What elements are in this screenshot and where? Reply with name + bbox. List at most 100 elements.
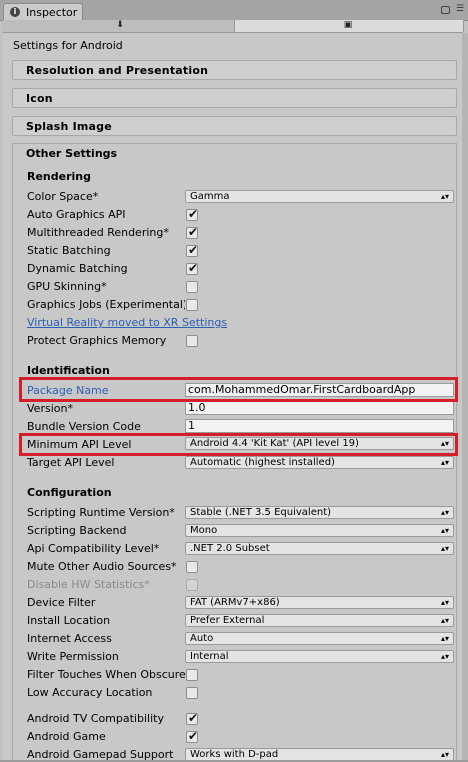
multithreaded-rendering-label: Multithreaded Rendering*: [27, 226, 169, 239]
multithreaded-rendering-checkbox[interactable]: ✔: [186, 225, 199, 239]
vr-settings-link-text: Virtual Reality moved to XR Settings: [27, 316, 228, 329]
package-name-highlight: [19, 377, 458, 402]
mute-audio-checkbox[interactable]: [186, 561, 198, 573]
disable-hw-stats-checkbox: [186, 579, 198, 591]
android-game-checkbox[interactable]: ✔: [186, 729, 199, 743]
foldout-resolution-label: Resolution and Presentation: [26, 64, 209, 77]
checkmark-icon: ✔: [188, 243, 199, 257]
minimum-api-level-highlight: [19, 433, 458, 456]
page-title: Settings for Android: [13, 39, 123, 52]
chevron-updown-icon: ▴▾: [440, 598, 449, 607]
menu-icon[interactable]: ☰: [456, 5, 464, 14]
device-filter-value: FAT (ARMv7+x86): [190, 597, 280, 608]
install-location-dropdown[interactable]: Prefer External ▴▾: [185, 614, 454, 627]
info-icon: i: [10, 7, 20, 17]
gpu-skinning-label: GPU Skinning*: [27, 280, 107, 293]
platform-tab-standalone[interactable]: ⬇: [3, 20, 235, 32]
version-field[interactable]: 1.0: [185, 401, 454, 415]
chevron-updown-icon: ▴▾: [440, 616, 449, 625]
target-api-level-label: Target API Level: [27, 456, 115, 469]
foldout-icon-label: Icon: [26, 92, 53, 105]
write-permission-dropdown[interactable]: Internal ▴▾: [185, 650, 454, 663]
bundle-version-code-field[interactable]: 1: [185, 419, 454, 433]
low-accuracy-checkbox[interactable]: [186, 687, 198, 699]
install-location-value: Prefer External: [190, 615, 265, 626]
api-compat-value: .NET 2.0 Subset: [190, 543, 270, 554]
color-space-value: Gamma: [190, 191, 230, 202]
chevron-updown-icon: ▴▾: [440, 544, 449, 553]
internet-access-value: Auto: [190, 633, 214, 644]
disable-hw-stats-label: Disable HW Statistics*: [27, 578, 150, 591]
download-icon: ⬇: [116, 20, 124, 30]
dynamic-batching-label: Dynamic Batching: [27, 262, 128, 275]
other-settings-title[interactable]: Other Settings: [26, 147, 117, 160]
android-tv-label: Android TV Compatibility: [27, 712, 164, 725]
foldout-splash-label: Splash Image: [26, 120, 112, 133]
android-tv-checkbox[interactable]: ✔: [186, 711, 198, 725]
filter-touches-label: Filter Touches When Obscured: [27, 668, 185, 681]
gpu-skinning-checkbox[interactable]: [186, 281, 198, 293]
android-icon: ▣: [343, 20, 353, 30]
internet-access-dropdown[interactable]: Auto ▴▾: [185, 632, 454, 645]
checkmark-icon: ✔: [188, 207, 199, 221]
chevron-updown-icon: ▴▾: [440, 458, 449, 467]
protect-graphics-memory-label: Protect Graphics Memory: [27, 334, 167, 347]
api-compat-label: Api Compatibility Level*: [27, 542, 160, 555]
protect-graphics-memory-checkbox[interactable]: [186, 335, 198, 347]
identification-header: Identification: [27, 364, 110, 377]
bundle-version-code-label: Bundle Version Code: [27, 420, 141, 433]
scripting-runtime-label: Scripting Runtime Version*: [27, 506, 175, 519]
scripting-backend-dropdown[interactable]: Mono ▴▾: [185, 524, 454, 537]
scrollbar[interactable]: [462, 33, 468, 762]
gamepad-support-value: Works with D-pad: [190, 749, 279, 760]
rendering-header: Rendering: [27, 170, 91, 183]
foldout-splash[interactable]: Splash Image: [12, 116, 457, 136]
write-permission-value: Internal: [190, 651, 229, 662]
configuration-header: Configuration: [27, 486, 112, 499]
chevron-updown-icon: ▴▾: [440, 652, 449, 661]
mute-audio-label: Mute Other Audio Sources*: [27, 560, 177, 573]
write-permission-label: Write Permission: [27, 650, 119, 663]
scripting-runtime-dropdown[interactable]: Stable (.NET 3.5 Equivalent) ▴▾: [185, 506, 454, 519]
auto-graphics-api-checkbox[interactable]: ✔: [186, 207, 199, 221]
checkmark-icon: ✔: [188, 261, 199, 275]
inspector-tab-label: Inspector: [26, 6, 78, 19]
platform-tab-bar: ⬇ ▣: [3, 20, 464, 33]
target-api-level-value: Automatic (highest installed): [190, 457, 335, 468]
scripting-backend-value: Mono: [190, 525, 218, 536]
chevron-updown-icon: ▴▾: [440, 750, 449, 759]
platform-tab-android[interactable]: ▣: [235, 20, 464, 32]
dynamic-batching-checkbox[interactable]: ✔: [186, 261, 199, 275]
device-filter-label: Device Filter: [27, 596, 96, 609]
low-accuracy-label: Low Accuracy Location: [27, 686, 153, 699]
foldout-resolution[interactable]: Resolution and Presentation: [12, 60, 457, 80]
chevron-updown-icon: ▴▾: [440, 508, 449, 517]
graphics-jobs-checkbox[interactable]: [186, 299, 198, 311]
color-space-label: Color Space*: [27, 190, 99, 203]
filter-touches-checkbox[interactable]: [186, 669, 198, 681]
chevron-updown-icon: ▴▾: [440, 192, 449, 201]
auto-graphics-api-label: Auto Graphics API: [27, 208, 126, 221]
graphics-jobs-label: Graphics Jobs (Experimental): [27, 298, 185, 311]
version-label: Version*: [27, 402, 73, 415]
api-compat-dropdown[interactable]: .NET 2.0 Subset ▴▾: [185, 542, 454, 555]
scripting-backend-label: Scripting Backend: [27, 524, 127, 537]
checkmark-icon: ✔: [188, 729, 199, 743]
install-location-label: Install Location: [27, 614, 111, 627]
checkmark-icon: ✔: [188, 225, 199, 239]
static-batching-checkbox[interactable]: ✔: [186, 243, 199, 257]
inspector-tab-bar: i Inspector ☰: [0, 0, 468, 21]
target-api-level-dropdown[interactable]: Automatic (highest installed) ▴▾: [185, 456, 454, 469]
lock-icon[interactable]: [441, 6, 450, 14]
device-filter-dropdown[interactable]: FAT (ARMv7+x86) ▴▾: [185, 596, 454, 609]
chevron-updown-icon: ▴▾: [440, 526, 449, 535]
internet-access-label: Internet Access: [27, 632, 112, 645]
inspector-tab[interactable]: i Inspector: [3, 3, 83, 21]
color-space-dropdown[interactable]: Gamma ▴▾: [185, 190, 454, 203]
vr-settings-link[interactable]: Virtual Reality moved to XR Settings: [27, 316, 257, 329]
android-game-label: Android Game: [27, 730, 106, 743]
foldout-icon[interactable]: Icon: [12, 88, 457, 108]
static-batching-label: Static Batching: [27, 244, 111, 257]
scripting-runtime-value: Stable (.NET 3.5 Equivalent): [190, 507, 332, 518]
chevron-updown-icon: ▴▾: [440, 634, 449, 643]
